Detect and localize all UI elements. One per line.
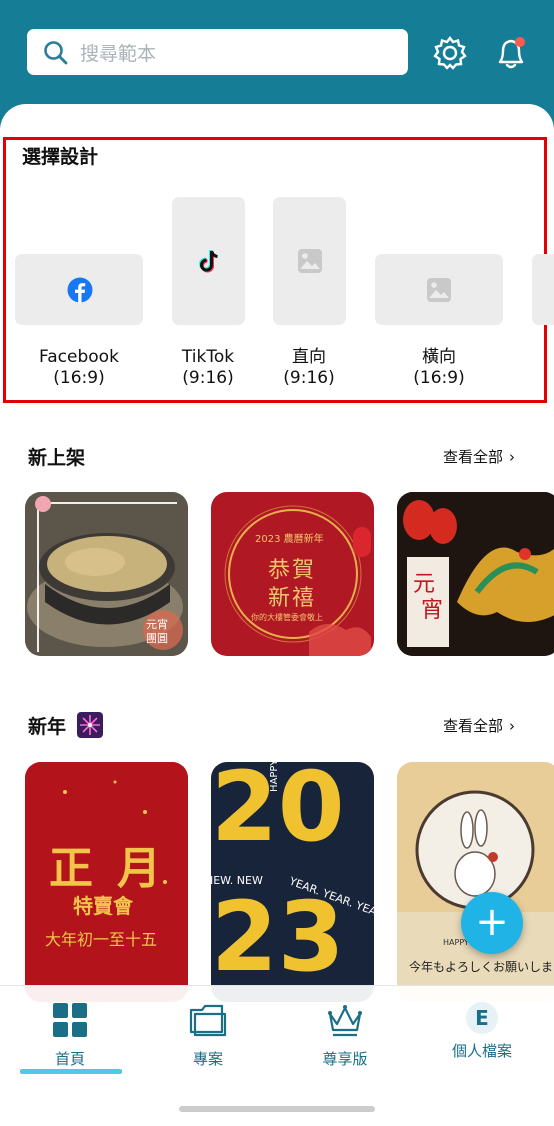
design-option-tiktok[interactable] <box>172 197 245 325</box>
design-section-title: 選擇設計 <box>22 146 99 168</box>
image-icon <box>298 249 322 273</box>
tab-home[interactable]: 首頁 <box>10 1002 130 1069</box>
facebook-icon <box>67 277 93 303</box>
tab-premium[interactable]: 尊享版 <box>285 1002 405 1069</box>
template-thumb[interactable]: 元 宵 <box>397 492 554 656</box>
template-thumb[interactable]: 2023 農曆新年 恭賀 新禧 你的大樓管委會敬上 <box>211 492 374 656</box>
gear-icon[interactable] <box>432 35 468 75</box>
chevron-right-icon: › <box>509 717 516 735</box>
bottom-tab-bar: 首頁 專案 尊享版 E 個人檔案 <box>0 985 554 1126</box>
search-bar[interactable]: 搜尋範本 <box>27 29 408 75</box>
newyear-section-title: 新年 <box>28 712 103 739</box>
design-option-portrait-label: 直向 (9:16) <box>283 347 335 388</box>
template-thumb[interactable]: 20 23 HAPPY. HAPPY. HAPP NEW. NEW YEAR. … <box>211 762 374 1002</box>
design-option-next[interactable] <box>532 254 554 325</box>
add-button[interactable]: + <box>461 892 523 954</box>
crown-icon <box>328 1005 362 1037</box>
grid-icon <box>53 1003 87 1037</box>
tab-projects-label: 專案 <box>192 1050 223 1068</box>
template-thumb[interactable]: 正 月 特賣會 大年初一至十五 <box>25 762 188 1002</box>
tab-premium-label: 尊享版 <box>322 1050 368 1068</box>
active-tab-indicator <box>20 1069 122 1074</box>
design-option-portrait[interactable] <box>273 197 346 325</box>
avatar: E <box>466 1002 498 1034</box>
image-icon <box>427 278 451 302</box>
search-icon <box>43 40 69 70</box>
tiktok-icon <box>199 250 218 273</box>
design-option-facebook-label: Facebook (16:9) <box>39 347 119 388</box>
chevron-right-icon: › <box>509 448 516 466</box>
search-placeholder: 搜尋範本 <box>80 43 157 65</box>
design-option-landscape[interactable] <box>375 254 503 325</box>
notification-dot <box>515 37 525 47</box>
bell-icon[interactable] <box>493 34 529 76</box>
new-section-see-all[interactable]: 查看全部 › <box>443 446 515 467</box>
plus-icon: + <box>475 899 509 945</box>
tab-home-label: 首頁 <box>54 1050 85 1068</box>
design-option-facebook[interactable] <box>15 254 143 325</box>
design-option-landscape-label: 橫向 (16:9) <box>413 347 465 388</box>
tab-profile-label: 個人檔案 <box>451 1042 512 1060</box>
folder-icon <box>189 1004 227 1037</box>
tab-projects[interactable]: 專案 <box>148 1002 268 1069</box>
newyear-section-see-all[interactable]: 查看全部 › <box>443 715 515 736</box>
new-section-title: 新上架 <box>28 447 86 469</box>
fireworks-icon <box>76 712 103 738</box>
tab-profile[interactable]: E 個人檔案 <box>422 1002 542 1061</box>
template-thumb[interactable]: 元宵 團圓 <box>25 492 188 656</box>
template-thumb[interactable]: HAPPY 今年もよろしくお願いします <box>397 762 554 1002</box>
home-indicator <box>179 1106 375 1112</box>
design-option-tiktok-label: TikTok (9:16) <box>181 347 235 388</box>
